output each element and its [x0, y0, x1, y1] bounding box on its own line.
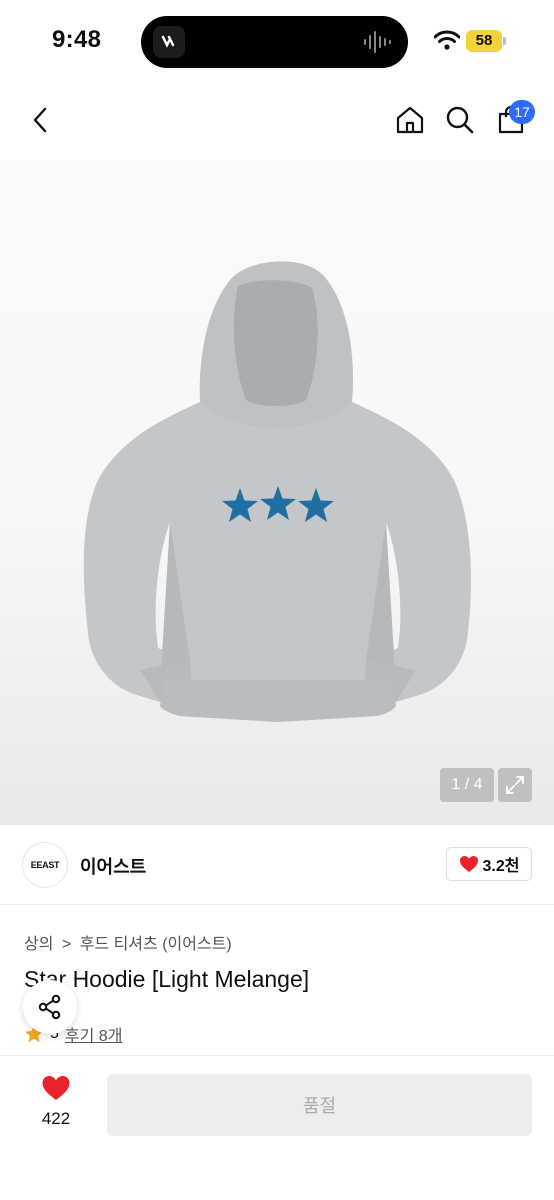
brand-like-button[interactable]: 3.2천: [446, 847, 532, 881]
wifi-icon: [434, 30, 460, 50]
product-image-gallery[interactable]: [0, 160, 554, 825]
heart-icon: [459, 856, 478, 872]
sold-out-button[interactable]: 품절: [107, 1074, 532, 1136]
product-image: [83, 261, 472, 722]
app-icon: [153, 26, 185, 58]
share-icon: [38, 994, 61, 1020]
bottom-action-bar: 422 품절: [0, 1055, 554, 1200]
home-button[interactable]: [388, 98, 432, 142]
battery-indicator: 58: [466, 30, 502, 52]
home-icon: [396, 106, 424, 134]
audio-wave-icon: [364, 31, 391, 53]
dynamic-island: [141, 16, 408, 68]
cart-count-badge: 17: [509, 100, 535, 124]
review-link[interactable]: 후기 8개: [65, 1022, 123, 1046]
breadcrumb-separator: >: [61, 936, 72, 953]
back-button[interactable]: [18, 98, 62, 142]
status-time: 9:48: [52, 26, 102, 53]
status-bar: 9:48 58: [0, 0, 554, 80]
brand-row[interactable]: EEAST 이어스트 3.2천: [0, 825, 554, 905]
breadcrumb-category[interactable]: 상의: [24, 936, 53, 953]
share-button[interactable]: [23, 980, 77, 1034]
brand-like-count: 3.2천: [482, 858, 520, 875]
battery-nub: [503, 37, 506, 45]
product-like-count: 422: [41, 1109, 71, 1128]
heart-filled-icon: [42, 1076, 70, 1100]
expand-icon: [506, 776, 524, 794]
chevron-left-icon: [33, 107, 47, 133]
search-button[interactable]: [438, 98, 482, 142]
brand-name[interactable]: 이어스트: [80, 853, 146, 879]
breadcrumb-subcategory[interactable]: 후드 티셔츠 (이어스트): [80, 936, 232, 953]
search-icon: [446, 106, 474, 134]
image-pager: 1 / 4: [440, 768, 494, 802]
brand-logo[interactable]: EEAST: [22, 842, 68, 888]
product-like-button[interactable]: 422: [26, 1074, 86, 1129]
breadcrumb: 상의 > 후드 티셔츠 (이어스트): [24, 930, 236, 954]
top-nav: [0, 80, 554, 160]
expand-image-button[interactable]: [498, 768, 532, 802]
